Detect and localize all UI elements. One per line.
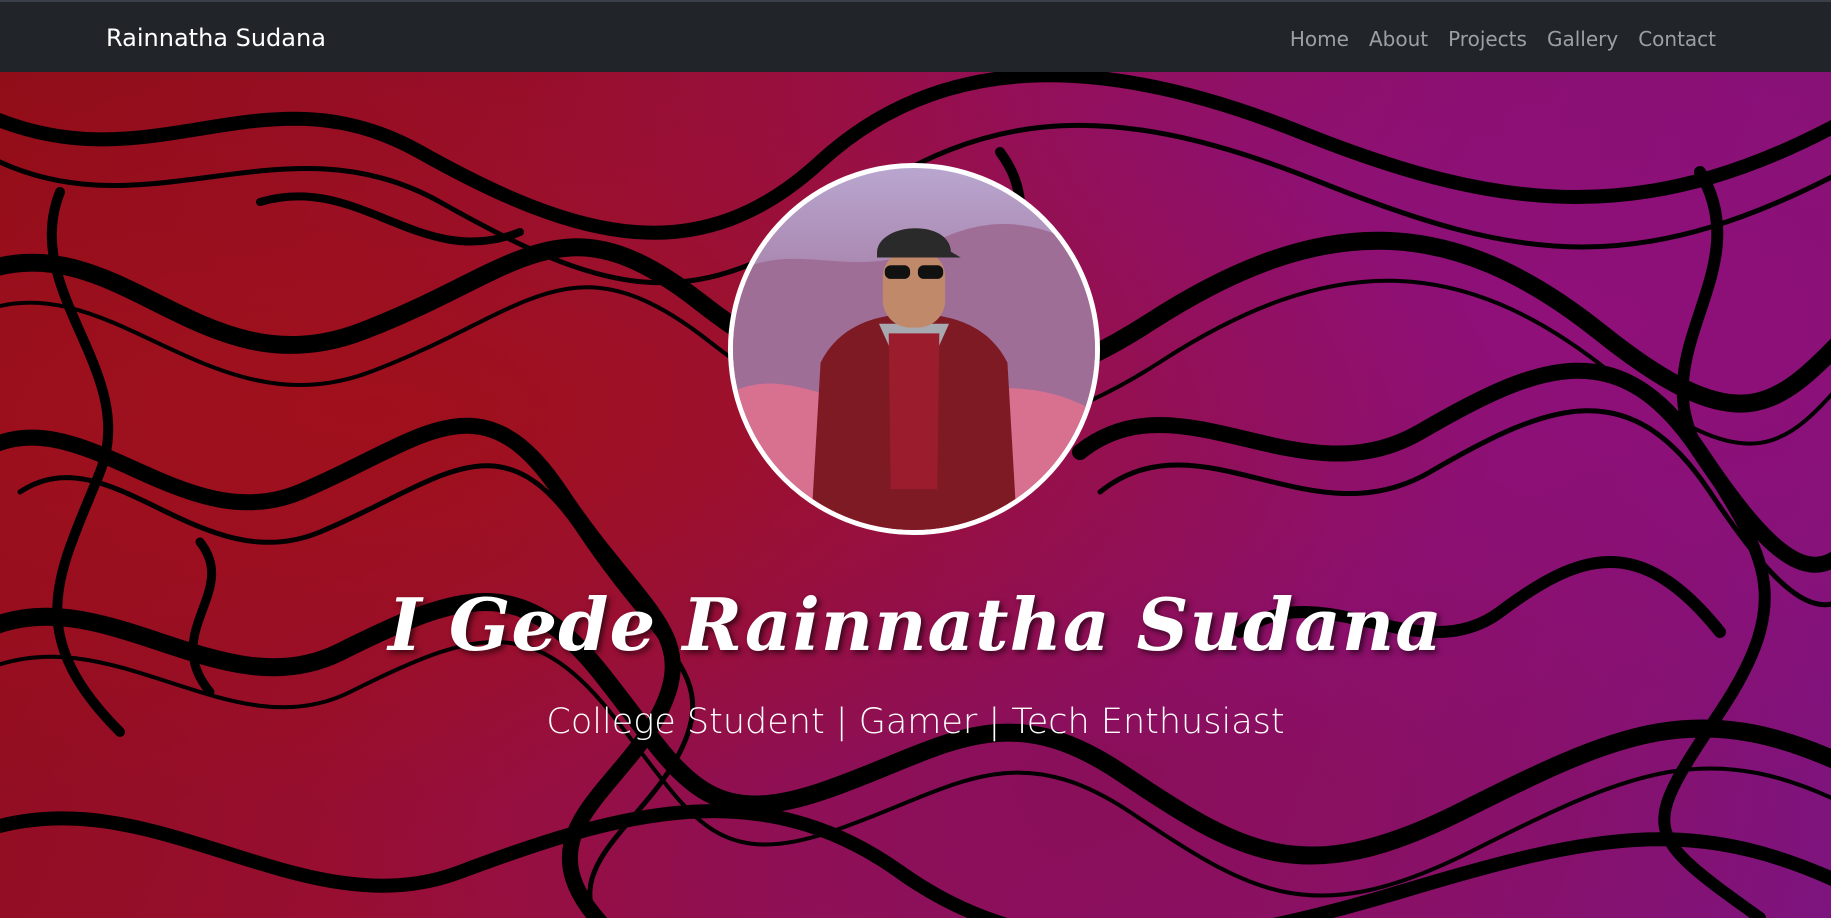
profile-photo [728,163,1100,535]
nav-item-contact: Contact [1638,27,1716,51]
nav-menu: Home About Projects Gallery Contact [1290,27,1716,51]
nav-link-projects[interactable]: Projects [1448,27,1527,51]
hero-name: I Gede Rainnatha Sudana [388,582,1443,667]
nav-item-gallery: Gallery [1547,27,1618,51]
nav-item-about: About [1369,27,1428,51]
nav-item-home: Home [1290,27,1349,51]
nav-link-gallery[interactable]: Gallery [1547,27,1618,51]
navbar: Rainnatha Sudana Home About Projects Gal… [0,0,1831,72]
nav-link-about[interactable]: About [1369,27,1428,51]
person-photo-icon [733,224,1095,530]
brand-link[interactable]: Rainnatha Sudana [106,24,326,52]
hero-section: I Gede Rainnatha Sudana College Student … [0,72,1831,918]
nav-link-home[interactable]: Home [1290,27,1349,51]
hero-tagline: College Student | Gamer | Tech Enthusias… [546,702,1285,742]
nav-item-projects: Projects [1448,27,1527,51]
nav-link-contact[interactable]: Contact [1638,27,1716,51]
